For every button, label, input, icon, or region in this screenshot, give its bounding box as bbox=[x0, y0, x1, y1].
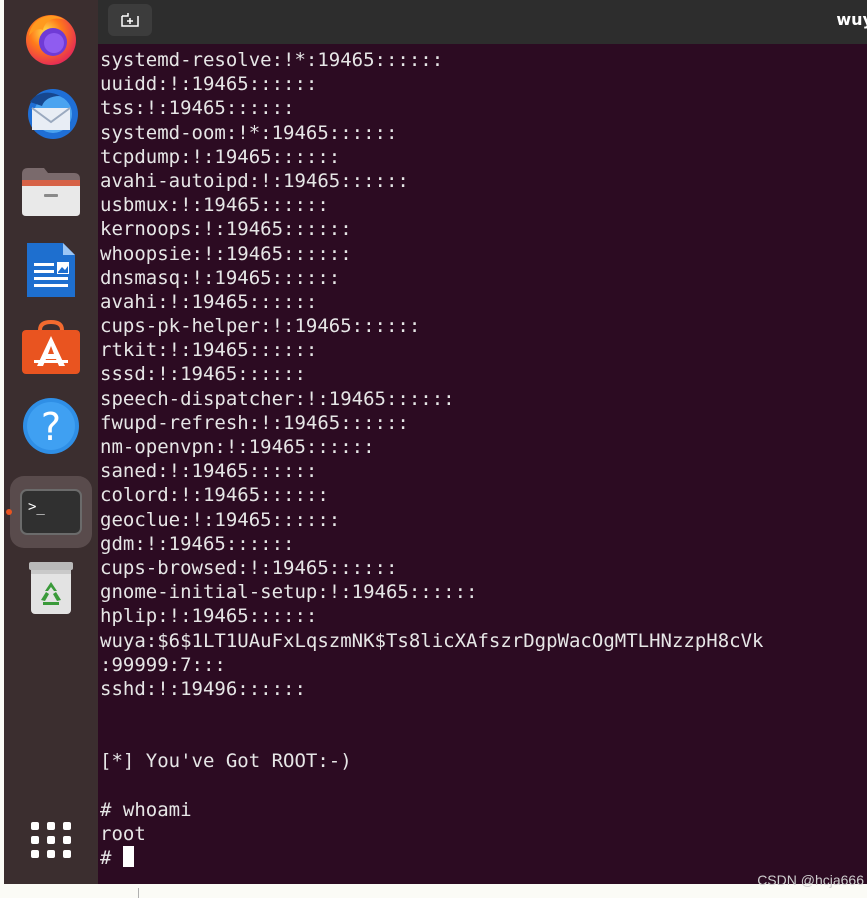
thunderbird-icon bbox=[28, 89, 78, 139]
terminal-line: :99999:7::: bbox=[100, 653, 226, 676]
app-center-icon bbox=[22, 320, 80, 374]
terminal-line: [*] You've Got ROOT:-) bbox=[100, 750, 352, 773]
terminal-header-bar[interactable]: wuy bbox=[98, 0, 867, 44]
terminal-line: systemd-oom:!*:19465:::::: bbox=[100, 121, 398, 144]
help-icon: ? bbox=[23, 398, 79, 454]
terminal-icon: >_ bbox=[20, 489, 82, 535]
terminal-line: tcpdump:!:19465:::::: bbox=[100, 145, 341, 168]
dock-item-writer[interactable] bbox=[10, 234, 92, 306]
terminal-line: speech-dispatcher:!:19465:::::: bbox=[100, 387, 455, 410]
terminal-line: hplip:!:19465:::::: bbox=[100, 605, 318, 628]
files-icon bbox=[22, 168, 80, 216]
prompt: # bbox=[100, 847, 123, 870]
new-tab-button[interactable] bbox=[108, 4, 152, 36]
desktop-screen: ? >_ wu systemd-resolve:!*:19465:::::: u… bbox=[0, 0, 867, 898]
window-title: wuy bbox=[836, 10, 867, 29]
svg-text:?: ? bbox=[41, 405, 61, 449]
dock-item-help[interactable]: ? bbox=[10, 390, 92, 462]
terminal-line: # whoami bbox=[100, 798, 192, 821]
terminal-line: sshd:!:19496:::::: bbox=[100, 677, 306, 700]
dock-item-show-apps[interactable] bbox=[10, 804, 92, 876]
bottom-strip bbox=[0, 884, 867, 898]
dock: ? >_ bbox=[4, 0, 98, 884]
terminal-line: dnsmasq:!:19465:::::: bbox=[100, 266, 341, 289]
terminal-line: cups-browsed:!:19465:::::: bbox=[100, 556, 398, 579]
svg-text:>_: >_ bbox=[28, 499, 45, 515]
terminal-line: uuidd:!:19465:::::: bbox=[100, 73, 318, 96]
terminal-line: rtkit:!:19465:::::: bbox=[100, 339, 318, 362]
watermark: CSDN @hcja666 bbox=[757, 872, 864, 888]
terminal-line: avahi:!:19465:::::: bbox=[100, 290, 318, 313]
dock-item-terminal[interactable]: >_ bbox=[6, 476, 92, 548]
prompt-line: # bbox=[100, 846, 867, 870]
dock-item-thunderbird[interactable] bbox=[10, 78, 92, 150]
terminal-line: gdm:!:19465:::::: bbox=[100, 532, 295, 555]
terminal-line: colord:!:19465:::::: bbox=[100, 484, 329, 507]
terminal-window[interactable]: wuy systemd-resolve:!*:19465::::::uuidd:… bbox=[98, 0, 867, 884]
terminal-output[interactable]: systemd-resolve:!*:19465:::::: uuidd:!:19… bbox=[100, 48, 867, 870]
app-grid-icon bbox=[31, 822, 71, 858]
terminal-line: wuya:$6$1LT1UAuFxLqszmNK$Ts8licXAfszrDgp… bbox=[100, 629, 764, 652]
terminal-line: sssd:!:19465:::::: bbox=[100, 363, 306, 386]
terminal-line: tss:!:19465:::::: bbox=[100, 97, 295, 120]
firefox-icon bbox=[26, 15, 76, 65]
terminal-line: cups-pk-helper:!:19465:::::: bbox=[100, 315, 421, 338]
terminal-line: avahi-autoipd:!:19465:::::: bbox=[100, 169, 409, 192]
new-tab-icon bbox=[121, 13, 139, 27]
terminal-line: nm-openvpn:!:19465:::::: bbox=[100, 436, 375, 458]
terminal-line: geoclue:!:19465:::::: bbox=[100, 508, 341, 531]
libreoffice-writer-icon bbox=[27, 243, 75, 297]
dock-item-files[interactable] bbox=[10, 156, 92, 228]
terminal-line: fwupd-refresh:!:19465:::::: bbox=[100, 411, 409, 434]
dock-item-firefox[interactable] bbox=[10, 0, 92, 72]
divider bbox=[138, 888, 139, 898]
running-indicator bbox=[6, 509, 12, 515]
terminal-line: saned:!:19465:::::: bbox=[100, 460, 318, 483]
dock-item-trash[interactable] bbox=[10, 552, 92, 624]
terminal-line: systemd-resolve:!*:19465:::::: bbox=[100, 49, 444, 71]
terminal-line: whoopsie:!:19465:::::: bbox=[100, 242, 352, 265]
terminal-line: kernoops:!:19465:::::: bbox=[100, 218, 352, 241]
trash-icon bbox=[29, 562, 73, 614]
text-cursor bbox=[122, 846, 134, 868]
dock-item-app-center[interactable] bbox=[10, 312, 92, 384]
terminal-line: gnome-initial-setup:!:19465:::::: bbox=[100, 581, 478, 604]
terminal-line: usbmux:!:19465:::::: bbox=[100, 194, 329, 217]
terminal-line: root bbox=[100, 823, 146, 845]
